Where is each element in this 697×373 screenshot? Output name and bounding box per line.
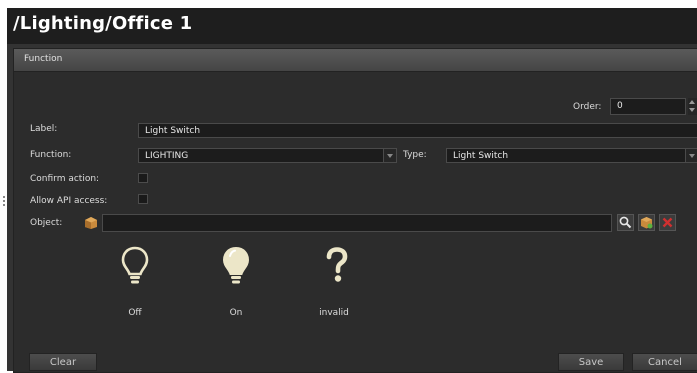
order-spinner[interactable] <box>688 98 697 115</box>
object-select-button[interactable] <box>638 214 655 231</box>
function-select[interactable]: LIGHTING <box>138 148 397 163</box>
window: /Lighting/Office 1 Function Order: 0 Lab… <box>7 8 697 373</box>
type-select[interactable]: Light Switch <box>446 148 697 163</box>
type-label: Type: <box>403 150 427 160</box>
confirm-action-checkbox[interactable] <box>138 173 148 183</box>
spin-up-icon[interactable] <box>689 100 695 104</box>
state-invalid-label: invalid <box>319 308 349 318</box>
state-off-label: Off <box>128 308 142 318</box>
object-clear-button[interactable] <box>659 214 676 231</box>
bulb-on-icon <box>222 246 250 284</box>
allow-api-access-checkbox[interactable] <box>138 194 148 204</box>
state-off[interactable] <box>105 245 165 291</box>
chevron-down-icon[interactable] <box>383 149 396 162</box>
function-label: Function: <box>30 150 72 160</box>
clear-button[interactable]: Clear <box>29 353 97 371</box>
state-on-label: On <box>229 308 243 318</box>
title-bar: /Lighting/Office 1 <box>7 8 697 44</box>
allow-api-access-label: Allow API access: <box>30 196 108 206</box>
spin-down-icon[interactable] <box>689 108 695 112</box>
bulb-off-icon <box>121 246 149 284</box>
resize-handle[interactable] <box>3 204 5 206</box>
object-search-button[interactable] <box>617 214 634 231</box>
section-header[interactable]: Function <box>14 49 697 72</box>
section-title: Function <box>24 54 63 64</box>
delete-icon <box>662 217 673 228</box>
chevron-down-icon[interactable] <box>685 149 697 162</box>
order-label: Order: <box>573 102 602 112</box>
object-input[interactable] <box>102 214 612 232</box>
object-label: Object: <box>30 218 63 228</box>
label-label: Label: <box>30 124 58 134</box>
state-on[interactable] <box>206 245 266 291</box>
resize-handle[interactable] <box>3 200 5 202</box>
type-select-value: Light Switch <box>453 151 509 161</box>
package-icon <box>641 217 653 229</box>
state-invalid[interactable] <box>307 247 367 291</box>
label-input[interactable]: Light Switch <box>138 123 697 138</box>
function-panel: Function Order: 0 Label: Light Switch Fu… <box>13 48 697 373</box>
page-title: /Lighting/Office 1 <box>13 13 193 34</box>
cancel-button[interactable]: Cancel <box>632 353 697 371</box>
search-icon <box>619 216 632 229</box>
save-button[interactable]: Save <box>558 353 624 371</box>
confirm-action-label: Confirm action: <box>30 174 100 184</box>
function-select-value: LIGHTING <box>145 151 189 161</box>
package-icon <box>85 217 97 229</box>
question-icon <box>326 247 348 282</box>
resize-handle[interactable] <box>3 196 5 198</box>
order-input[interactable]: 0 <box>610 98 686 115</box>
